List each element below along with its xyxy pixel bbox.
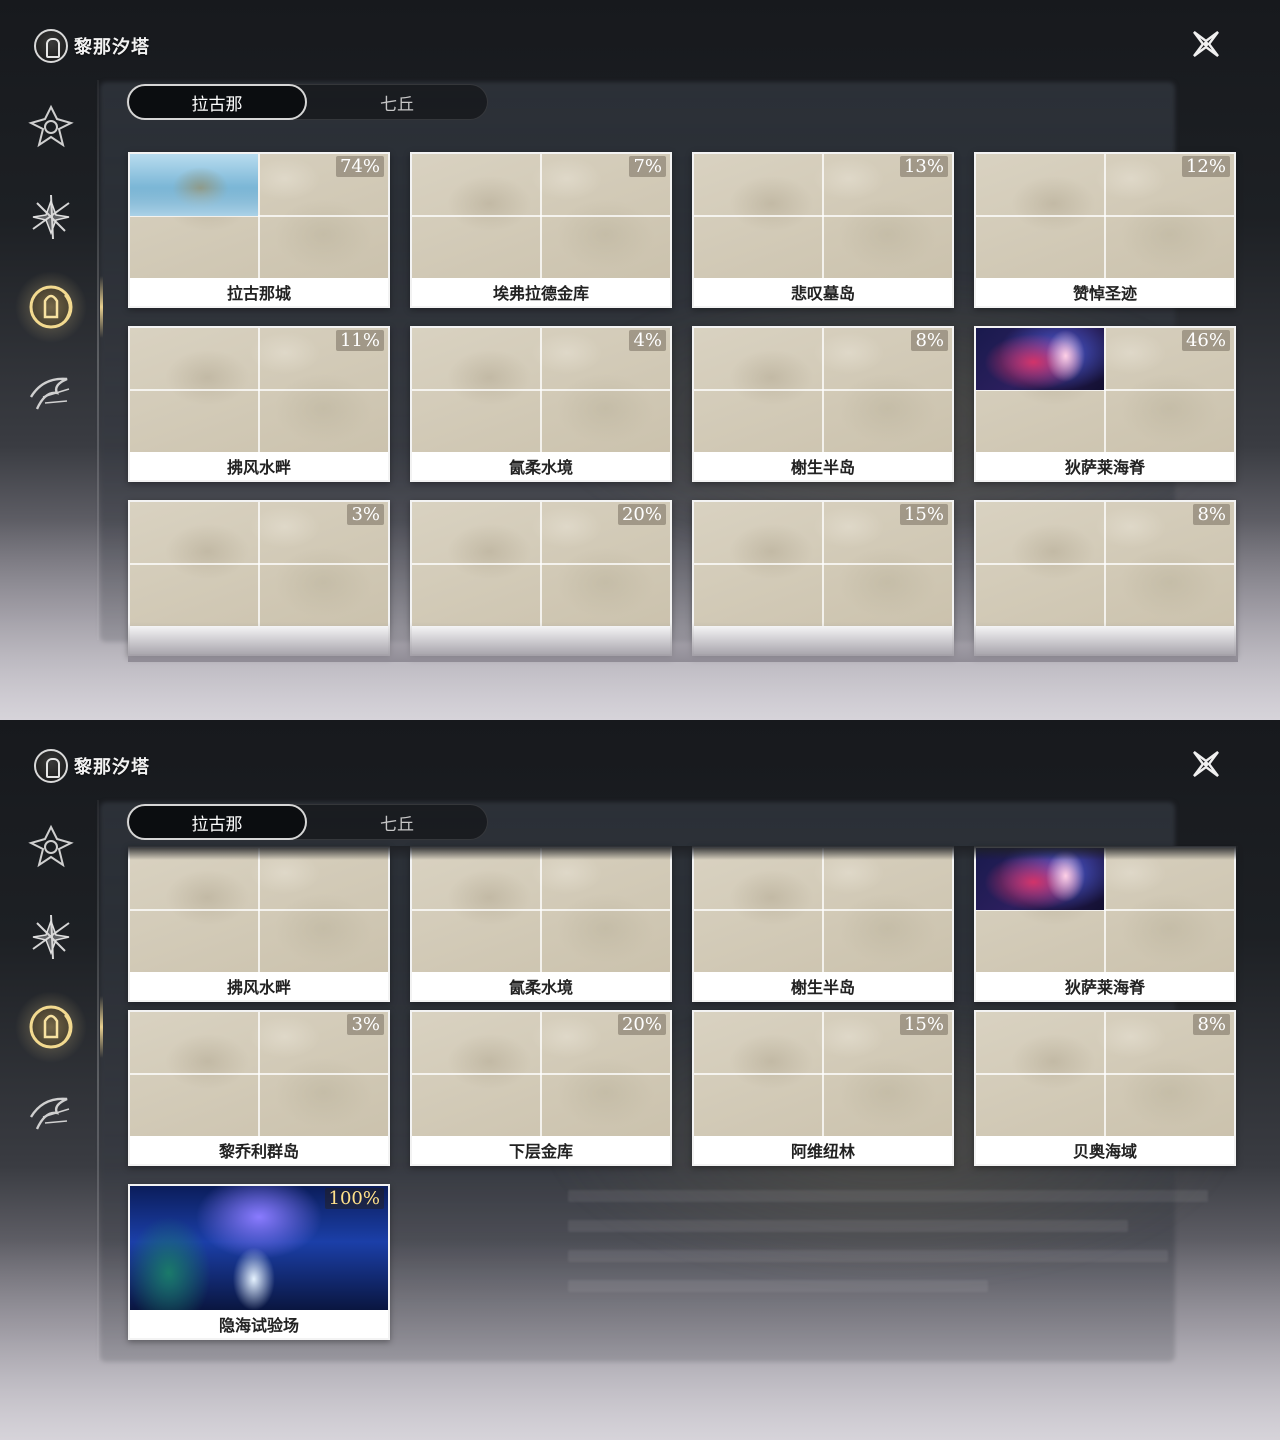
sidebar: [0, 80, 103, 720]
scroll-fade: [128, 622, 1238, 662]
map-thumbnail: [130, 848, 388, 972]
area-card[interactable]: 20% 下层金库: [410, 1010, 672, 1166]
exploration-percent: 20%: [617, 1014, 666, 1035]
area-card[interactable]: 11% 拂风水畔: [128, 326, 390, 482]
area-card[interactable]: 8% 榭生半岛: [692, 326, 954, 482]
tab-seven-hills[interactable]: 七丘: [307, 85, 487, 119]
sidebar-divider: [97, 80, 99, 640]
exploration-percent: 15%: [899, 504, 948, 525]
tab-seven-hills[interactable]: 七丘: [307, 805, 487, 839]
exploration-percent: 12%: [1181, 156, 1230, 177]
close-button[interactable]: [1186, 24, 1226, 64]
area-name: 拉古那城: [130, 278, 388, 306]
area-grid: 74% 拉古那城 7% 埃弗拉德金库 13% 悲叹墓岛 12% 赞悼圣迹 11%…: [128, 152, 1238, 662]
crest-emblem-icon: [28, 104, 74, 148]
sidebar-item-star[interactable]: [18, 904, 84, 970]
area-card[interactable]: 榭生半岛: [692, 846, 954, 1002]
linnae-emblem-icon: [34, 29, 68, 63]
sidebar: [0, 800, 103, 1440]
region-tabs: 拉古那 七丘: [126, 804, 488, 840]
exploration-percent: 8%: [911, 330, 948, 351]
exploration-percent: 15%: [899, 1014, 948, 1035]
bird-sigil-icon: [29, 1097, 70, 1130]
bird-sigil-icon: [29, 377, 70, 410]
sidebar-item-star[interactable]: [18, 184, 84, 250]
exploration-percent: 20%: [617, 504, 666, 525]
sidebar-item-linnae[interactable]: [12, 988, 103, 1066]
header: 黎那汐塔: [34, 748, 150, 784]
exploration-percent: 3%: [347, 1014, 384, 1035]
area-card[interactable]: 15% 阿维纽林: [692, 1010, 954, 1166]
area-name: 狄萨莱海脊: [976, 452, 1234, 480]
area-name: 氤柔水境: [412, 452, 670, 480]
linnae-emblem-icon: [34, 749, 68, 783]
area-card[interactable]: 12% 赞悼圣迹: [974, 152, 1236, 308]
area-name: 拂风水畔: [130, 972, 388, 1000]
close-button[interactable]: [1186, 744, 1226, 784]
tab-laguna[interactable]: 拉古那: [127, 84, 307, 120]
area-card[interactable]: 46% 狄萨莱海脊: [974, 326, 1236, 482]
area-name: 隐海试验场: [130, 1310, 388, 1338]
region-map-panel-bottom: 黎那汐塔 拉古那 七丘 拂风水畔 氤柔水境 榭生半岛 狄萨莱海脊 3% 黎乔利群…: [0, 720, 1280, 1440]
area-card[interactable]: 氤柔水境: [410, 846, 672, 1002]
area-card[interactable]: 拂风水畔: [128, 846, 390, 1002]
region-tabs: 拉古那 七丘: [126, 84, 488, 120]
area-name: 氤柔水境: [412, 972, 670, 1000]
close-x-icon: [1193, 751, 1219, 777]
region-map-panel-top: 黎那汐塔 拉古那 七丘 74% 拉古那城 7% 埃弗拉德金库 13% 悲叹墓岛 …: [0, 0, 1280, 720]
header: 黎那汐塔: [34, 28, 150, 64]
sidebar-item-crest[interactable]: [18, 814, 84, 880]
exploration-percent: 3%: [347, 504, 384, 525]
exploration-percent: 46%: [1181, 330, 1230, 351]
area-preview-image: [976, 328, 1104, 390]
crest-emblem-icon: [28, 824, 74, 868]
star-compass-icon: [32, 914, 70, 960]
area-name: 榭生半岛: [694, 972, 952, 1000]
area-name: 狄萨莱海脊: [976, 972, 1234, 1000]
sidebar-item-crest[interactable]: [18, 94, 84, 160]
linnae-medallion-icon: [29, 285, 73, 329]
exploration-percent: 74%: [335, 156, 384, 177]
exploration-percent: 100%: [324, 1188, 384, 1209]
star-compass-icon: [32, 194, 70, 240]
map-thumbnail: [694, 848, 952, 972]
area-card[interactable]: 8% 贝奥海域: [974, 1010, 1236, 1166]
area-name: 下层金库: [412, 1136, 670, 1164]
tab-laguna[interactable]: 拉古那: [127, 804, 307, 840]
exploration-percent: 8%: [1193, 1014, 1230, 1035]
area-card[interactable]: 3% 黎乔利群岛: [128, 1010, 390, 1166]
area-name: 贝奥海域: [976, 1136, 1234, 1164]
exploration-percent: 13%: [899, 156, 948, 177]
exploration-percent: 4%: [629, 330, 666, 351]
page-title: 黎那汐塔: [74, 37, 150, 58]
area-grid: 拂风水畔 氤柔水境 榭生半岛 狄萨莱海脊 3% 黎乔利群岛 20% 下层金库 1…: [128, 846, 1238, 1340]
area-card[interactable]: 74% 拉古那城: [128, 152, 390, 308]
area-card[interactable]: 狄萨莱海脊: [974, 846, 1236, 1002]
scroll-fade-top: [128, 846, 1238, 860]
sidebar-item-bird[interactable]: [18, 362, 84, 428]
area-card[interactable]: 100% 隐海试验场: [128, 1184, 390, 1340]
linnae-medallion-icon: [29, 1005, 73, 1049]
sidebar-item-bird[interactable]: [18, 1082, 84, 1148]
area-card[interactable]: 7% 埃弗拉德金库: [410, 152, 672, 308]
area-card[interactable]: 4% 氤柔水境: [410, 326, 672, 482]
area-name: 黎乔利群岛: [130, 1136, 388, 1164]
sidebar-divider: [97, 800, 99, 1360]
area-name: 悲叹墓岛: [694, 278, 952, 306]
page-title: 黎那汐塔: [74, 757, 150, 778]
area-card[interactable]: 13% 悲叹墓岛: [692, 152, 954, 308]
map-thumbnail: [412, 848, 670, 972]
area-preview-image: [130, 154, 258, 216]
sidebar-item-linnae[interactable]: [12, 268, 103, 346]
exploration-percent: 7%: [629, 156, 666, 177]
exploration-percent: 8%: [1193, 504, 1230, 525]
close-x-icon: [1193, 31, 1219, 57]
area-name: 埃弗拉德金库: [412, 278, 670, 306]
area-name: 赞悼圣迹: [976, 278, 1234, 306]
area-name: 阿维纽林: [694, 1136, 952, 1164]
exploration-percent: 11%: [335, 330, 384, 351]
area-name: 拂风水畔: [130, 452, 388, 480]
area-name: 榭生半岛: [694, 452, 952, 480]
